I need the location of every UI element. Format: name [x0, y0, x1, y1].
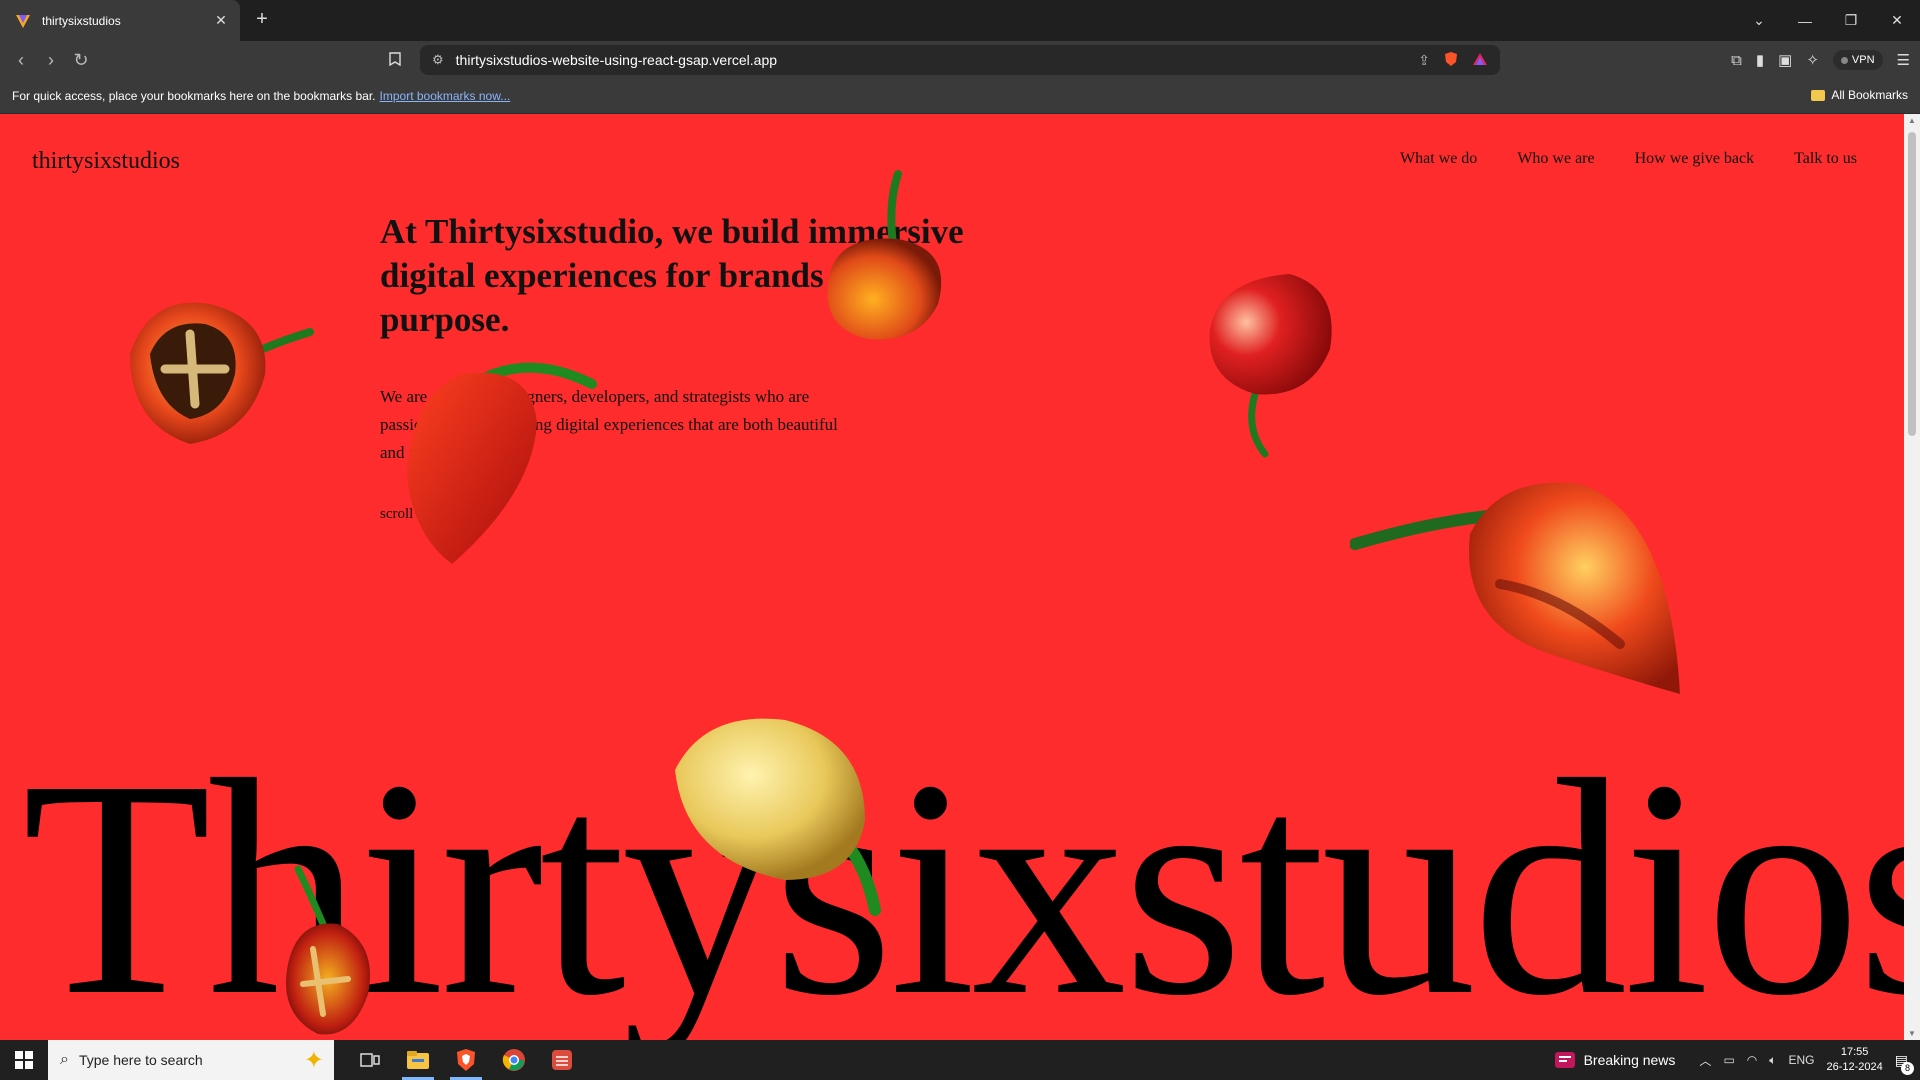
taskbar-search[interactable]: ⌕ Type here to search ✦: [48, 1040, 334, 1080]
pepper-small-bottom-icon: [286, 865, 370, 1035]
site-nav: What we do Who we are How we give back T…: [1400, 150, 1857, 168]
tab-close-icon[interactable]: ✕: [212, 12, 230, 29]
tab-strip: thirtysixstudios ✕ + ⌄ — ❐ ✕: [0, 0, 1920, 41]
reload-icon[interactable]: ↻: [70, 49, 92, 71]
pepper-orange-top-icon: [827, 170, 942, 340]
vpn-status-icon: [1840, 56, 1848, 64]
bookmark-page-icon[interactable]: [384, 49, 406, 71]
brave-taskbar-button[interactable]: [442, 1040, 490, 1080]
share-icon[interactable]: ⇪: [1418, 52, 1430, 69]
site-logo[interactable]: thirtysixstudios: [32, 148, 180, 175]
window-controls: ⌄ — ❐ ✕: [1736, 0, 1920, 41]
system-tray: Breaking news ︿ ▭ ◠ 🔈︎ ENG 17:55 26-12-2…: [1554, 1040, 1920, 1080]
taskbar-clock[interactable]: 17:55 26-12-2024: [1826, 1045, 1882, 1075]
network-icon[interactable]: ◠: [1747, 1053, 1757, 1067]
file-explorer-icon: [407, 1051, 429, 1069]
pepper-sliced-icon: [130, 302, 314, 444]
show-hidden-icons-chevron-icon[interactable]: ︿: [1699, 1052, 1711, 1069]
taskbar-search-placeholder: Type here to search: [78, 1052, 203, 1068]
task-view-button[interactable]: [346, 1040, 394, 1080]
folder-icon: [1811, 89, 1826, 101]
brave-rewards-icon[interactable]: [1472, 52, 1488, 69]
tab-title: thirtysixstudios: [42, 13, 121, 28]
toolbar-right-actions: ⧉ ▮ ▣ ✧ VPN ☰: [1731, 45, 1910, 75]
page-viewport[interactable]: thirtysixstudios What we do Who we are H…: [0, 114, 1904, 1040]
forward-icon[interactable]: ›: [40, 49, 62, 71]
leo-ai-icon[interactable]: ✧: [1806, 51, 1819, 69]
taskbar-apps: [346, 1040, 586, 1080]
pepper-red-long-icon: [407, 362, 597, 564]
tab-search-chevron-icon[interactable]: ⌄: [1736, 12, 1782, 29]
back-icon[interactable]: ‹: [10, 49, 32, 71]
volume-icon[interactable]: 🔈︎: [1769, 1053, 1776, 1068]
news-widget[interactable]: Breaking news: [1554, 1050, 1676, 1070]
site-favicon-icon: [14, 12, 32, 30]
all-bookmarks-button[interactable]: All Bookmarks: [1811, 88, 1908, 102]
restore-icon[interactable]: ❐: [1828, 12, 1874, 29]
browser-toolbar: ‹ › ↻ ⚙ thirtysixstudios-website-using-r…: [0, 41, 1920, 79]
new-tab-button[interactable]: +: [250, 8, 274, 32]
todoist-icon: [552, 1050, 572, 1070]
task-view-icon: [360, 1053, 380, 1067]
pepper-habanero-large-icon: [1350, 482, 1680, 694]
wallet-icon[interactable]: ▣: [1778, 51, 1792, 69]
search-highlight-icon: ✦: [303, 1047, 324, 1074]
minimize-icon[interactable]: —: [1782, 13, 1828, 29]
vpn-label: VPN: [1851, 54, 1875, 66]
pepper-yellow-icon: [675, 718, 881, 916]
browser-tab-active[interactable]: thirtysixstudios ✕: [0, 0, 240, 41]
todoist-taskbar-button[interactable]: [538, 1040, 586, 1080]
nav-talk-to-us[interactable]: Talk to us: [1794, 150, 1857, 168]
chrome-icon: [502, 1049, 525, 1071]
brave-browser-icon: [457, 1049, 475, 1071]
nav-who-we-are[interactable]: Who we are: [1517, 150, 1594, 168]
page-scrollbar[interactable]: ▲ ▼: [1904, 114, 1920, 1040]
news-label: Breaking news: [1583, 1052, 1676, 1068]
windows-logo-icon: [15, 1051, 33, 1069]
notification-count: 8: [1901, 1061, 1914, 1075]
scroll-down-icon[interactable]: ▼: [1904, 1029, 1920, 1038]
os-taskbar: ⌕ Type here to search ✦ Breaking news ︿ …: [0, 1040, 1920, 1080]
bookmarks-bar: For quick access, place your bookmarks h…: [0, 79, 1920, 114]
site-info-icon[interactable]: ⚙: [432, 52, 444, 68]
nav-what-we-do[interactable]: What we do: [1400, 150, 1477, 168]
vpn-button[interactable]: VPN: [1832, 50, 1883, 70]
address-bar[interactable]: ⚙ thirtysixstudios-website-using-react-g…: [420, 45, 1500, 75]
url-text[interactable]: thirtysixstudios-website-using-react-gsa…: [456, 52, 1405, 68]
scrollbar-thumb[interactable]: [1908, 132, 1916, 436]
news-icon: [1554, 1052, 1575, 1068]
clock-date: 26-12-2024: [1826, 1061, 1883, 1073]
pepper-red-right-icon: [1209, 274, 1332, 458]
menu-icon[interactable]: ☰: [1897, 51, 1910, 69]
chrome-taskbar-button[interactable]: [490, 1040, 538, 1080]
start-button[interactable]: [0, 1040, 48, 1080]
bookmarks-message: For quick access, place your bookmarks h…: [12, 89, 376, 103]
notification-center-icon[interactable]: ▤ 8: [1895, 1052, 1914, 1075]
window-close-icon[interactable]: ✕: [1874, 12, 1920, 29]
import-bookmarks-link[interactable]: Import bookmarks now...: [380, 89, 511, 103]
file-explorer-button[interactable]: [394, 1040, 442, 1080]
all-bookmarks-label: All Bookmarks: [1831, 88, 1908, 102]
brave-shields-icon[interactable]: [1444, 51, 1458, 70]
sidebar-icon[interactable]: ▮: [1756, 51, 1764, 69]
nav-how-we-give-back[interactable]: How we give back: [1635, 150, 1755, 168]
clock-time: 17:55: [1840, 1046, 1869, 1058]
search-icon: ⌕: [60, 1051, 69, 1068]
language-indicator[interactable]: ENG: [1788, 1053, 1814, 1067]
scroll-up-icon[interactable]: ▲: [1904, 116, 1920, 125]
battery-icon[interactable]: ▭: [1723, 1053, 1734, 1067]
extensions-icon[interactable]: ⧉: [1731, 52, 1742, 69]
